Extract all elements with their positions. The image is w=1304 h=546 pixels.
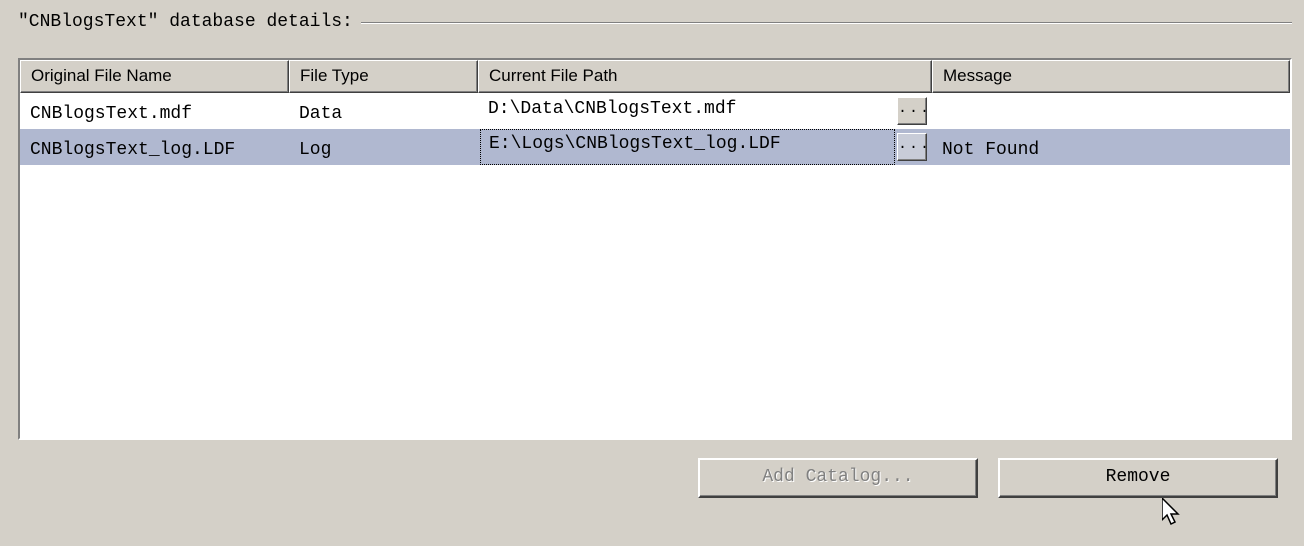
group-header: "CNBlogsText" database details: — [18, 10, 1292, 34]
cell-message: Not Found — [932, 129, 1290, 165]
browse-button[interactable]: ... — [897, 133, 927, 161]
remove-button[interactable]: Remove — [998, 458, 1278, 498]
cell-original-file-name: CNBlogsText.mdf — [20, 93, 289, 129]
column-header-message[interactable]: Message — [932, 60, 1290, 93]
column-header-file-type[interactable]: File Type — [289, 60, 478, 93]
table-header-row: Original File Name File Type Current Fil… — [20, 60, 1290, 93]
add-catalog-button: Add Catalog... — [698, 458, 978, 498]
database-details-group: "CNBlogsText" database details: Original… — [18, 10, 1292, 498]
button-row: Add Catalog... Remove — [18, 458, 1278, 498]
column-header-original-file-name[interactable]: Original File Name — [20, 60, 289, 93]
file-path-text[interactable]: E:\Logs\CNBlogsText_log.LDF — [480, 129, 895, 165]
cell-current-file-path: E:\Logs\CNBlogsText_log.LDF ... — [478, 129, 932, 165]
table-row[interactable]: CNBlogsText.mdf Data D:\Data\CNBlogsText… — [20, 93, 1290, 129]
table-body: CNBlogsText.mdf Data D:\Data\CNBlogsText… — [20, 93, 1290, 438]
group-title: "CNBlogsText" database details: — [18, 12, 361, 32]
table-row[interactable]: CNBlogsText_log.LDF Log E:\Logs\CNBlogsT… — [20, 129, 1290, 165]
group-line — [361, 22, 1292, 24]
cell-original-file-name: CNBlogsText_log.LDF — [20, 129, 289, 165]
cursor-icon — [1162, 498, 1186, 530]
file-path-text[interactable]: D:\Data\CNBlogsText.mdf — [478, 93, 897, 129]
cell-message — [932, 93, 1290, 129]
browse-button[interactable]: ... — [897, 97, 927, 125]
cell-current-file-path: D:\Data\CNBlogsText.mdf ... — [478, 93, 932, 129]
cell-file-type: Data — [289, 93, 478, 129]
details-table: Original File Name File Type Current Fil… — [18, 58, 1292, 440]
cell-file-type: Log — [289, 129, 478, 165]
column-header-current-file-path[interactable]: Current File Path — [478, 60, 932, 93]
